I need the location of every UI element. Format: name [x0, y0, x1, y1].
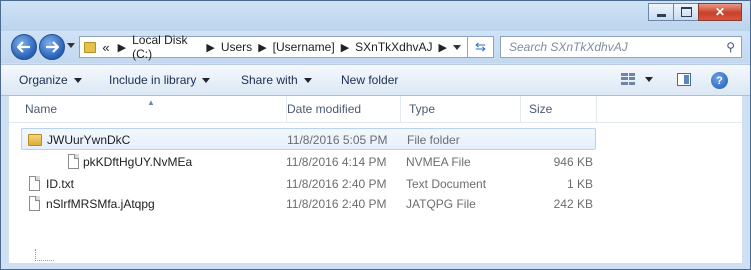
file-row[interactable]: JWUurYwnDkC 11/8/2016 5:05 PM File folde…: [21, 128, 596, 150]
chevron-right-icon[interactable]: ▶: [118, 41, 126, 54]
column-header-size[interactable]: Size: [521, 96, 597, 122]
breadcrumb-item-current[interactable]: SXnTkXdhvAJ: [355, 40, 432, 54]
file-name: ID.txt: [46, 177, 75, 191]
file-row[interactable]: pkKDftHgUY.NvMEa 11/8/2016 4:14 PM NVMEA…: [21, 151, 596, 173]
view-options-icon: [621, 73, 635, 85]
sort-ascending-icon: ▲: [147, 98, 155, 107]
chevron-down-icon: [645, 76, 653, 82]
include-in-library-button[interactable]: Include in library: [109, 73, 211, 87]
chevron-down-icon: [73, 77, 82, 83]
file-date: 11/8/2016 2:40 PM: [286, 197, 387, 211]
file-type: Text Document: [406, 177, 487, 191]
maximize-icon: [680, 7, 692, 17]
new-folder-label: New folder: [341, 73, 399, 87]
preview-pane-icon[interactable]: [677, 73, 691, 86]
address-dropdown-icon[interactable]: [453, 44, 461, 50]
chevron-right-icon[interactable]: ▶: [258, 41, 266, 54]
file-size: 242 KB: [553, 197, 593, 211]
search-box[interactable]: Search SXnTkXdhvAJ ⚲: [500, 36, 742, 58]
chevron-right-icon[interactable]: ▶: [341, 41, 349, 54]
file-type: File folder: [407, 133, 460, 147]
column-headers: Name Date modified Type Size ▲: [9, 96, 742, 123]
file-icon: [68, 154, 79, 169]
close-icon: ✕: [714, 5, 726, 19]
chevron-right-icon[interactable]: ▶: [439, 41, 447, 54]
column-header-date-modified[interactable]: Date modified: [279, 96, 401, 122]
minimize-button[interactable]: [648, 3, 674, 21]
search-input[interactable]: Search SXnTkXdhvAJ: [509, 40, 726, 54]
minimize-icon: [656, 13, 666, 17]
tree-connector: [35, 249, 54, 261]
change-view-button[interactable]: [621, 73, 653, 85]
maximize-button[interactable]: [673, 3, 699, 21]
column-header-type[interactable]: Type: [401, 96, 521, 122]
include-in-library-label: Include in library: [109, 73, 197, 87]
chevron-down-icon: [202, 77, 211, 83]
refresh-button[interactable]: ⇆: [468, 36, 494, 58]
file-type: JATQPG File: [406, 197, 476, 211]
file-row[interactable]: ID.txt 11/8/2016 2:40 PM Text Document 1…: [21, 173, 596, 195]
organize-button[interactable]: Organize: [19, 73, 82, 87]
file-icon: [29, 196, 40, 211]
share-with-button[interactable]: Share with: [241, 73, 312, 87]
breadcrumb-overflow[interactable]: «: [102, 40, 109, 55]
file-size: 1 KB: [566, 177, 593, 191]
file-name: nSlrfMRSMfa.jAtqpg: [46, 197, 155, 211]
title-bar: ✕: [1, 1, 750, 31]
organize-label: Organize: [19, 73, 68, 87]
back-button[interactable]: [11, 34, 37, 60]
search-icon[interactable]: ⚲: [726, 40, 735, 54]
folder-icon: [84, 41, 97, 53]
explorer-window: ✕ « ▶ Local Disk (C:) ▶ Users ▶ [Usernam…: [0, 0, 751, 270]
file-row[interactable]: nSlrfMRSMfa.jAtqpg 11/8/2016 2:40 PM JAT…: [21, 193, 596, 215]
file-date: 11/8/2016 4:14 PM: [286, 155, 387, 169]
folder-icon: [28, 134, 42, 146]
breadcrumb-item-local-disk[interactable]: Local Disk (C:): [132, 33, 200, 61]
recent-pages-dropdown[interactable]: [67, 43, 75, 48]
file-type: NVMEA File: [406, 155, 471, 169]
close-button[interactable]: ✕: [698, 3, 742, 21]
file-list: Name Date modified Type Size ▲ JWUurYwnD…: [9, 96, 742, 263]
file-date: 11/8/2016 5:05 PM: [287, 133, 388, 147]
file-size: 946 KB: [553, 155, 593, 169]
breadcrumb-item-users[interactable]: Users: [221, 40, 252, 54]
forward-arrow-icon: [46, 41, 59, 53]
file-date: 11/8/2016 2:40 PM: [286, 177, 387, 191]
refresh-icon: ⇆: [475, 39, 486, 54]
new-folder-button[interactable]: New folder: [341, 73, 398, 87]
share-with-label: Share with: [241, 73, 298, 87]
chevron-down-icon: [303, 77, 312, 83]
text-file-icon: [29, 176, 40, 191]
address-bar[interactable]: « ▶ Local Disk (C:) ▶ Users ▶ [Username]…: [79, 33, 468, 61]
help-icon[interactable]: ?: [711, 72, 728, 89]
command-bar: Organize Include in library Share with N…: [1, 64, 750, 96]
chevron-right-icon[interactable]: ▶: [206, 41, 214, 54]
navigation-bar: « ▶ Local Disk (C:) ▶ Users ▶ [Username]…: [1, 31, 750, 63]
forward-button[interactable]: [39, 34, 65, 60]
file-name: pkKDftHgUY.NvMEa: [83, 155, 193, 169]
window-controls: ✕: [648, 3, 742, 21]
back-arrow-icon: [17, 41, 30, 53]
breadcrumb-item-username[interactable]: [Username]: [273, 40, 335, 54]
file-name: JWUurYwnDkC: [47, 133, 131, 147]
